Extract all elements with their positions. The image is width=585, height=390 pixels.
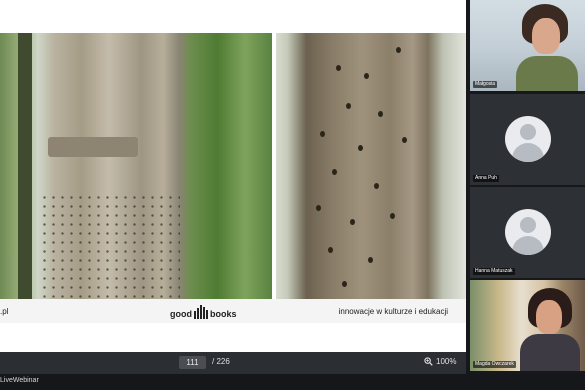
trunk-hole <box>320 131 325 137</box>
status-strip <box>0 374 585 390</box>
default-avatar-icon <box>505 209 551 255</box>
zoom-in-icon[interactable] <box>424 357 433 366</box>
participant-name: Magda Owczarek <box>473 361 516 368</box>
participant-video <box>470 280 585 371</box>
participant-tile[interactable]: Magda Owczarek <box>470 280 585 371</box>
trunk-hole <box>342 281 347 287</box>
slide-website-fragment: .pl <box>0 307 9 316</box>
trunk-hole <box>328 247 333 253</box>
presentation-stage: .pl good books innowacje w kulturze i ed… <box>0 0 466 374</box>
page-total: / 226 <box>212 357 230 366</box>
participant-name: Małgosia <box>473 81 498 88</box>
trunk-hole <box>350 219 355 225</box>
participant-tile[interactable]: Anna Puh <box>470 94 585 185</box>
slide-photo-trunk-with-holes <box>276 33 466 299</box>
default-avatar-icon <box>505 116 551 162</box>
page-number-input[interactable]: 111 <box>179 356 206 369</box>
trunk-hole <box>396 47 401 53</box>
participant-video <box>470 0 585 91</box>
participant-tile[interactable]: Małgosia <box>470 0 585 91</box>
brand-label: LiveWebinar <box>0 377 39 384</box>
logo-books-bars-icon <box>194 305 208 319</box>
trunk-hole <box>336 65 341 71</box>
trunk-hole <box>332 169 337 175</box>
participant-tile[interactable]: Hanna Matuszak <box>470 187 585 278</box>
trunk-hole <box>374 183 379 189</box>
trunk-hole <box>402 137 407 143</box>
pdf-toolbar <box>0 352 466 374</box>
trunk-hole <box>364 73 369 79</box>
participant-name: Anna Puh <box>473 175 499 182</box>
zoom-level[interactable]: 100% <box>436 357 456 366</box>
photo-bark-shelf <box>48 137 138 157</box>
photo-trunk-shadow <box>18 33 32 299</box>
photo-drilled-holes <box>40 193 180 299</box>
shared-slide: .pl good books innowacje w kulturze i ed… <box>0 0 466 352</box>
trunk-hole <box>316 205 321 211</box>
logo-word-books: books <box>210 309 237 319</box>
trunk-hole <box>358 145 363 151</box>
trunk-hole <box>378 111 383 117</box>
slide-tagline: innowacje w kulturze i edukacji <box>338 307 448 316</box>
slide-photo-tree-with-nest-box <box>0 33 272 299</box>
goodbooks-logo: good books <box>170 303 237 319</box>
trunk-hole <box>390 213 395 219</box>
trunk-hole <box>346 103 351 109</box>
trunk-hole <box>368 257 373 263</box>
participant-name: Hanna Matuszak <box>473 268 515 275</box>
logo-word-good: good <box>170 309 192 319</box>
